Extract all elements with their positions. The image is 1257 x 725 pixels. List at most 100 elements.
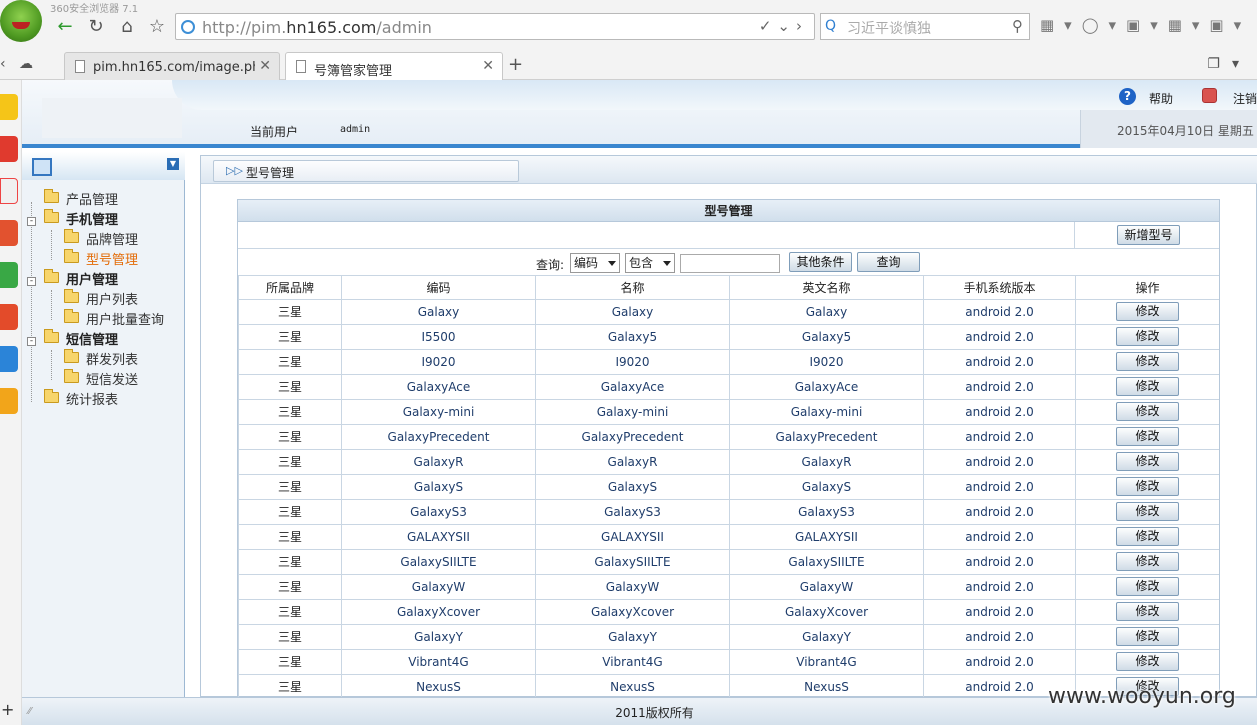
- edit-button[interactable]: 修改: [1116, 552, 1179, 571]
- app-icon[interactable]: [0, 220, 18, 246]
- weibo-icon[interactable]: [0, 136, 18, 162]
- table-cell: GalaxyY: [535, 623, 730, 650]
- favorites-icon[interactable]: [0, 94, 18, 120]
- toolbar-cell: 新增型号: [1074, 222, 1219, 248]
- table-cell: GalaxyPrecedent: [729, 423, 924, 450]
- edit-button[interactable]: 修改: [1116, 377, 1179, 396]
- edit-button[interactable]: 修改: [1116, 302, 1179, 321]
- security-icon[interactable]: [0, 388, 18, 414]
- table-cell: Galaxy-mini: [729, 398, 924, 425]
- header-decoration: [172, 80, 1257, 110]
- monitor-icon: [32, 158, 52, 176]
- search-box[interactable]: Q 习近平谈慎独 ⚲: [820, 13, 1030, 40]
- tree-collapse-toggle[interactable]: -: [27, 217, 36, 226]
- more-conditions-button[interactable]: 其他条件: [789, 252, 852, 272]
- table-cell-actions: 修改: [1075, 548, 1219, 575]
- tab-image[interactable]: pim.hn165.com/image.php?i ✕: [64, 52, 280, 80]
- toolbar-row: 新增型号: [238, 222, 1219, 249]
- query-button[interactable]: 查询: [857, 252, 920, 272]
- sidebar-item-label: 型号管理: [86, 253, 139, 268]
- address-bar-actions-icon[interactable]: ✓⌄›: [759, 17, 808, 35]
- column-header[interactable]: 手机系统版本: [923, 276, 1076, 300]
- edit-button[interactable]: 修改: [1116, 502, 1179, 521]
- edit-button[interactable]: 修改: [1116, 527, 1179, 546]
- site-logo: [42, 98, 182, 138]
- table-cell-actions: 修改: [1075, 298, 1219, 325]
- folder-open-icon: [44, 209, 59, 223]
- table-cell: GalaxyR: [341, 448, 536, 475]
- table-cell: 三星: [238, 373, 342, 400]
- edit-button[interactable]: 修改: [1116, 327, 1179, 346]
- extension-icons[interactable]: ▦▾◯▾▣▾▦▾▣▾: [1040, 16, 1251, 34]
- url-text[interactable]: http://pim.hn165.com/admin: [202, 18, 432, 37]
- help-link[interactable]: 帮助: [1149, 90, 1173, 107]
- table-cell: 三星: [238, 648, 342, 675]
- operator-select[interactable]: 包含: [625, 253, 675, 273]
- edit-button[interactable]: 修改: [1116, 452, 1179, 471]
- edit-button[interactable]: 修改: [1116, 577, 1179, 596]
- current-user-name: admin: [340, 124, 371, 135]
- tree-collapse-toggle[interactable]: -: [27, 277, 36, 286]
- table-cell: 三星: [238, 348, 342, 375]
- edit-button[interactable]: 修改: [1116, 627, 1179, 646]
- column-header[interactable]: 编码: [341, 276, 536, 300]
- search-icon[interactable]: ⚲: [1012, 17, 1023, 35]
- tree-collapse-toggle[interactable]: -: [27, 337, 36, 346]
- table-cell: android 2.0: [923, 473, 1076, 500]
- edit-button[interactable]: 修改: [1116, 652, 1179, 671]
- logout-link[interactable]: 注销: [1233, 90, 1257, 107]
- edit-button[interactable]: 修改: [1116, 602, 1179, 621]
- table-cell: Vibrant4G: [341, 648, 536, 675]
- address-bar[interactable]: http://pim.hn165.com/admin ✓⌄›: [175, 13, 815, 40]
- stock-icon[interactable]: [0, 262, 18, 288]
- table-cell: GalaxySIILTE: [729, 548, 924, 575]
- globe-icon: [181, 20, 195, 34]
- folder-icon: [44, 389, 59, 403]
- table-cell: GalaxySIILTE: [341, 548, 536, 575]
- reader-icon[interactable]: [0, 346, 18, 372]
- table-cell: android 2.0: [923, 623, 1076, 650]
- edit-button[interactable]: 修改: [1116, 477, 1179, 496]
- folder-icon: [64, 349, 79, 363]
- close-icon[interactable]: ✕: [259, 58, 271, 74]
- search-engine-icon[interactable]: Q: [825, 18, 836, 34]
- grid-title: 型号管理: [238, 200, 1219, 222]
- logout-icon[interactable]: [1202, 88, 1217, 103]
- home-icon[interactable]: ⌂: [116, 16, 138, 38]
- add-model-button[interactable]: 新增型号: [1117, 225, 1180, 245]
- close-icon[interactable]: ✕: [482, 58, 494, 74]
- mail-icon[interactable]: [0, 178, 18, 204]
- collapse-icon[interactable]: ▼: [167, 158, 179, 170]
- query-input[interactable]: [680, 254, 780, 273]
- back-arrow-icon[interactable]: ←: [54, 16, 76, 38]
- edit-button[interactable]: 修改: [1116, 427, 1179, 446]
- cloud-icon[interactable]: ‹ ☁: [0, 56, 33, 72]
- reload-icon[interactable]: ↻: [85, 16, 107, 38]
- table-cell: android 2.0: [923, 523, 1076, 550]
- table-row: 三星 Galaxy-mini Galaxy-mini Galaxy-mini andro…: [238, 398, 1219, 425]
- tab-admin[interactable]: 号簿管家管理 ✕: [285, 52, 503, 81]
- table-cell: 三星: [238, 298, 342, 325]
- help-icon[interactable]: ?: [1119, 88, 1136, 105]
- table-cell: android 2.0: [923, 498, 1076, 525]
- new-tab-plus-icon[interactable]: +: [508, 54, 523, 75]
- table-row: 三星 I5500 Galaxy5 Galaxy5 android 2.0 修改: [238, 323, 1219, 350]
- operator-select-value: 包含: [629, 256, 654, 270]
- edit-button[interactable]: 修改: [1116, 402, 1179, 421]
- double-arrow-icon: ▷▷: [226, 164, 243, 177]
- column-header[interactable]: 英文名称: [729, 276, 924, 300]
- window-controls-icon[interactable]: ❐▾: [1207, 56, 1251, 72]
- shopping-icon[interactable]: [0, 304, 18, 330]
- table-cell: 三星: [238, 623, 342, 650]
- bookmark-star-icon[interactable]: ☆: [146, 16, 168, 38]
- add-plus-icon[interactable]: +: [1, 700, 14, 719]
- edit-button[interactable]: 修改: [1116, 352, 1179, 371]
- table-cell: android 2.0: [923, 598, 1076, 625]
- table-cell: GalaxyPrecedent: [341, 423, 536, 450]
- column-header[interactable]: 名称: [535, 276, 730, 300]
- column-header[interactable]: 所属品牌: [238, 276, 342, 300]
- table-cell: NexusS: [535, 673, 730, 698]
- table-cell: I9020: [341, 348, 536, 375]
- sidebar-item-label: 用户管理: [66, 273, 119, 288]
- field-select[interactable]: 编码: [570, 253, 620, 273]
